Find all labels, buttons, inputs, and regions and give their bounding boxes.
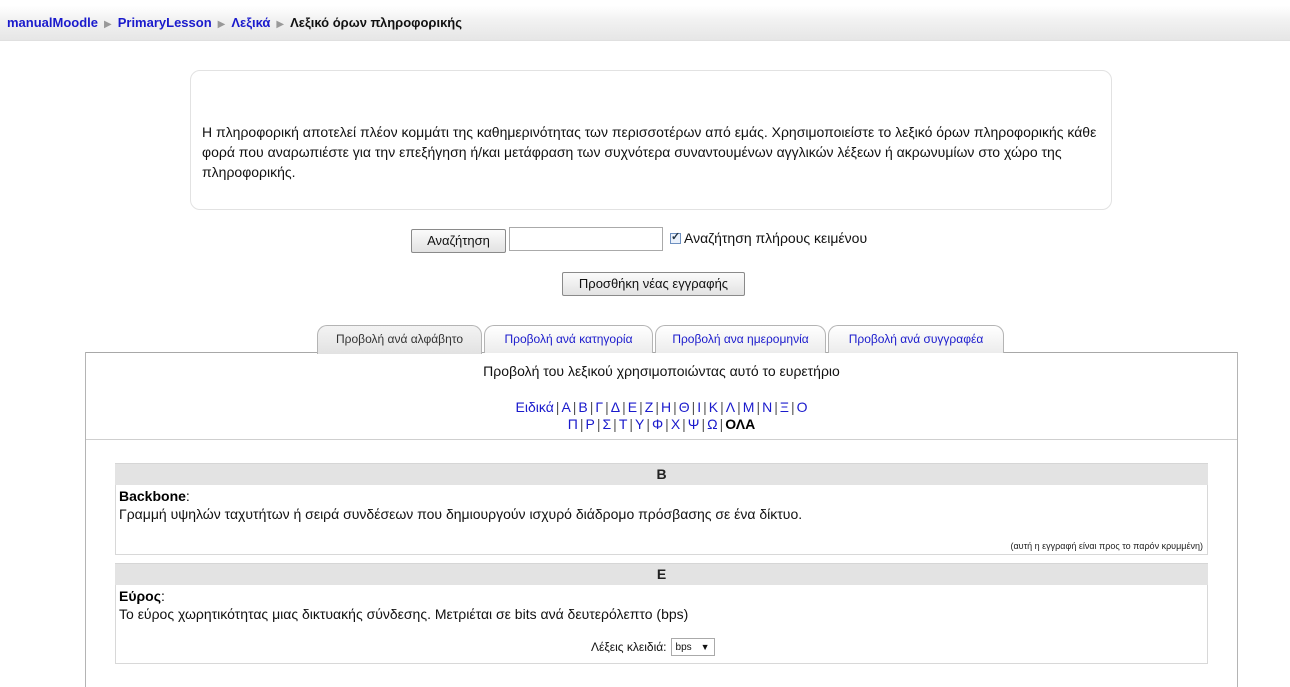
page-edge	[1250, 340, 1290, 410]
breadcrumb-separator-icon: ▶	[104, 19, 112, 30]
index-link-letter[interactable]: Μ	[743, 399, 755, 415]
breadcrumb-separator-icon: ▶	[276, 19, 285, 30]
breadcrumb-separator-icon: ▶	[217, 19, 226, 30]
index-link-letter[interactable]: Χ	[671, 416, 680, 432]
entry-keywords: Λέξεις κλειδιά: bps ▼	[591, 638, 715, 656]
add-entry-button[interactable]: Προσθήκη νέας εγγραφής	[562, 272, 745, 296]
index-link-letter[interactable]: Ο	[797, 399, 808, 415]
entry-definition: Το εύρος χωρητικότητας μιας δικτυακής σύ…	[119, 606, 689, 622]
keywords-label: Λέξεις κλειδιά:	[591, 640, 667, 654]
glossary-panel: Προβολή του λεξικού χρησιμοποιώντας αυτό…	[85, 352, 1238, 687]
index-link-letter[interactable]: Π	[568, 416, 578, 432]
index-link-letter[interactable]: Α	[561, 399, 570, 415]
keywords-select[interactable]: bps ▼	[670, 638, 715, 656]
entry-term-colon: :	[185, 488, 190, 504]
index-link-letter[interactable]: Λ	[726, 399, 735, 415]
index-link-letter[interactable]: Ι	[697, 399, 701, 415]
index-link-letter[interactable]: Ψ	[688, 416, 700, 432]
search-button[interactable]: Αναζήτηση	[411, 229, 506, 253]
tab-category[interactable]: Προβολή ανά κατηγορία	[484, 325, 653, 353]
entry-term-colon: :	[160, 588, 165, 604]
index-title: Προβολή του λεξικού χρησιμοποιώντας αυτό…	[483, 363, 840, 379]
index-link-letter[interactable]: Τ	[619, 416, 628, 432]
index-link-letter[interactable]: Υ	[635, 416, 644, 432]
index-link-letter[interactable]: Φ	[652, 416, 663, 432]
letter-heading: B	[115, 463, 1208, 485]
index-link-special[interactable]: Ειδικά	[516, 399, 554, 415]
index-link-letter[interactable]: Κ	[709, 399, 718, 415]
index-link-letter[interactable]: Ν	[762, 399, 772, 415]
index-link-letter[interactable]: Ρ	[586, 416, 595, 432]
tab-category-link[interactable]: Προβολή ανά κατηγορία	[504, 332, 632, 346]
tab-author[interactable]: Προβολή ανά συγγραφέα	[828, 325, 1004, 353]
glossary-intro-text: Η πληροφορική αποτελεί πλέον κομμάτι της…	[202, 124, 1097, 180]
letter-heading: E	[115, 563, 1208, 585]
entry-hidden-note: (αυτή η εγγραφή είναι προς το παρόν κρυμ…	[1010, 541, 1203, 551]
index-link-letter[interactable]: Ζ	[645, 399, 654, 415]
search-input[interactable]	[509, 227, 663, 251]
index-link-letter[interactable]: Δ	[611, 399, 620, 415]
glossary-entry: Εύρος: Το εύρος χωρητικότητας μιας δικτυ…	[115, 585, 1208, 664]
tab-date-link[interactable]: Προβολή ανα ημερομηνία	[672, 332, 808, 346]
index-all-current: ΟΛΑ	[725, 416, 756, 432]
navbar: manualMoodle ▶ PrimaryLesson ▶ Λεξικά ▶ Λεξικό…	[0, 6, 1290, 41]
panel-divider	[86, 439, 1237, 440]
index-link-letter[interactable]: Η	[661, 399, 671, 415]
index-link-letter[interactable]: Β	[578, 399, 587, 415]
breadcrumb-link-course[interactable]: PrimaryLesson	[118, 15, 212, 30]
index-link-letter[interactable]: Σ	[603, 416, 612, 432]
index-link-letter[interactable]: Γ	[595, 399, 603, 415]
tab-date[interactable]: Προβολή ανα ημερομηνία	[655, 325, 826, 353]
page-edge	[0, 340, 40, 410]
fulltext-checkbox[interactable]	[670, 230, 681, 244]
tab-alphabet[interactable]: Προβολή ανά αλφάβητο	[317, 325, 482, 354]
index-link-letter[interactable]: Θ	[679, 399, 690, 415]
glossary-intro-box: Η πληροφορική αποτελεί πλέον κομμάτι της…	[190, 70, 1112, 210]
keywords-select-value: bps	[675, 641, 692, 653]
index-link-letter[interactable]: Ξ	[780, 399, 789, 415]
alphabet-index-row-1: Ειδικά | Α | Β | Γ | Δ | Ε | Ζ | Η | Θ | Ι | Κ | Λ | Μ | Ν | Ξ | Ο	[515, 399, 808, 415]
breadcrumb-link-course-category[interactable]: manualMoodle	[7, 15, 98, 30]
breadcrumb-link-glossaries[interactable]: Λεξικά	[231, 15, 270, 30]
fulltext-label: Αναζήτηση πλήρους κειμένου	[684, 230, 868, 246]
entry-term-text: Εύρος	[119, 588, 161, 604]
breadcrumb-current: Λεξικό όρων πληροφορικής	[290, 15, 463, 30]
alphabet-index-row-2: Π | Ρ | Σ | Τ | Υ | Φ | Χ | Ψ | Ω | ΟΛΑ	[567, 416, 756, 432]
entry-term-text: Backbone	[119, 488, 186, 504]
glossary-entry: Backbone: Γραμμή υψηλών ταχυτήτων ή σειρ…	[115, 485, 1208, 555]
fulltext-search-option[interactable]: Αναζήτηση πλήρους κειμένου	[670, 230, 867, 246]
tab-author-link[interactable]: Προβολή ανά συγγραφέα	[849, 332, 984, 346]
entry-term: Εύρος:	[119, 588, 165, 604]
index-link-letter[interactable]: Ε	[628, 399, 637, 415]
entry-definition: Γραμμή υψηλών ταχυτήτων ή σειρά συνδέσεω…	[119, 506, 803, 522]
index-link-letter[interactable]: Ω	[707, 416, 717, 432]
dropdown-caret-icon: ▼	[700, 642, 710, 652]
entry-term: Backbone:	[119, 488, 190, 504]
breadcrumb: manualMoodle ▶ PrimaryLesson ▶ Λεξικά ▶ Λεξικό…	[7, 15, 462, 30]
